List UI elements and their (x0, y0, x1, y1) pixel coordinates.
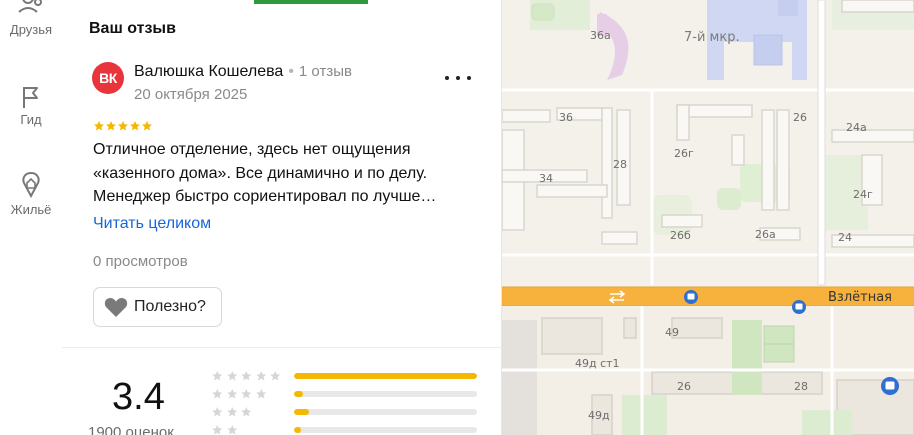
map-label: 28 (613, 158, 627, 171)
star-icon (212, 425, 223, 435)
housing-icon (22, 171, 40, 199)
star-icon (241, 407, 252, 417)
map-label: 49 (665, 326, 679, 339)
dot-icon (456, 76, 460, 80)
star-icon (226, 389, 237, 399)
map-canvas[interactable] (502, 0, 914, 435)
nav-label-friends: Друзья (9, 22, 53, 37)
distribution-bar-fill (294, 427, 302, 433)
ratings-count: 1900 оценок (88, 424, 174, 435)
star-icon (226, 371, 237, 381)
map-label: 24а (846, 121, 867, 134)
nav-item-guide[interactable]: Гид (0, 84, 62, 127)
review-panel: Ваш отзыв ВК Валюшка Кошелева • 1 отзыв 20… (62, 0, 502, 435)
nav-label-housing: Жильё (10, 202, 52, 217)
helpful-button[interactable]: Полезно? (93, 287, 222, 327)
star-icon (106, 121, 116, 131)
distribution-bar (294, 391, 477, 397)
map-label: 24г (853, 188, 873, 201)
map-view[interactable]: 36а 7-й мкр. 36 28 34 26г 26б 26а 26 24а… (502, 0, 914, 435)
star-icon (226, 425, 237, 435)
map-label: 24 (838, 231, 852, 244)
flag-icon (23, 87, 38, 108)
bus-stop-icon[interactable] (684, 290, 698, 304)
map-label: 26б (670, 229, 691, 242)
more-options-button[interactable] (442, 66, 474, 90)
author-separator: • (288, 63, 294, 80)
map-label: 26 (793, 111, 807, 124)
district-label: 7-й мкр. (684, 30, 740, 45)
distribution-bar (294, 373, 477, 379)
distribution-bar (294, 427, 477, 433)
author-name[interactable]: Валюшка Кошелева (134, 63, 283, 80)
distribution-bar-fill (294, 373, 477, 379)
star-icon (241, 371, 252, 381)
map-label: 49д (588, 409, 610, 422)
map-label: 26а (755, 228, 776, 241)
nav-label-guide: Гид (20, 112, 42, 127)
section-divider (62, 347, 501, 348)
section-title: Ваш отзыв (89, 20, 176, 37)
star-icon (212, 407, 223, 417)
dot-icon (445, 76, 449, 80)
star-icon (255, 371, 266, 381)
star-icon (142, 121, 152, 131)
distribution-stars (210, 370, 283, 382)
star-icon (130, 121, 140, 131)
distribution-stars (210, 388, 268, 400)
distribution-bar-fill (294, 409, 309, 415)
map-label: 36а (590, 29, 611, 42)
nav-item-friends[interactable]: Друзья (0, 0, 62, 37)
heart-icon (104, 297, 128, 317)
distribution-bar (294, 409, 477, 415)
average-rating: 3.4 (112, 376, 165, 418)
map-label: 26г (674, 147, 694, 160)
friends-icon (18, 0, 42, 13)
star-icon (226, 407, 237, 417)
helpful-label: Полезно? (134, 298, 206, 315)
nav-item-housing[interactable]: Жильё (0, 170, 62, 217)
author-review-count[interactable]: 1 отзыв (299, 63, 352, 80)
distribution-bar-fill (294, 391, 304, 397)
active-tab-indicator (254, 0, 368, 4)
bus-stop-icon[interactable] (792, 300, 806, 314)
distribution-stars (210, 406, 254, 418)
star-icon (94, 121, 104, 131)
star-icon (241, 389, 252, 399)
map-label: 36 (559, 111, 573, 124)
star-icon (255, 389, 266, 399)
star-icon (270, 371, 281, 381)
author-line: Валюшка Кошелева • 1 отзыв (134, 63, 352, 81)
distribution-stars (210, 424, 239, 435)
star-icon (212, 371, 223, 381)
street-label: Взлётная (828, 290, 892, 305)
review-rating-stars (93, 120, 153, 132)
avatar[interactable]: ВК (92, 62, 124, 94)
dot-icon (467, 76, 471, 80)
map-label: 49д ст1 (575, 357, 620, 370)
map-label: 28 (794, 380, 808, 393)
read-more-link[interactable]: Читать целиком (93, 215, 211, 233)
views-count: 0 просмотров (93, 253, 188, 270)
map-label: 34 (539, 172, 553, 185)
left-rail: Друзья Гид Жильё (0, 0, 62, 435)
bus-stop-icon[interactable] (881, 377, 899, 395)
review-text: Отличное отделение, здесь нет ощущения «… (93, 141, 437, 205)
review-date: 20 октября 2025 (134, 86, 248, 103)
star-icon (212, 389, 223, 399)
star-icon (118, 121, 128, 131)
map-label: 26 (677, 380, 691, 393)
